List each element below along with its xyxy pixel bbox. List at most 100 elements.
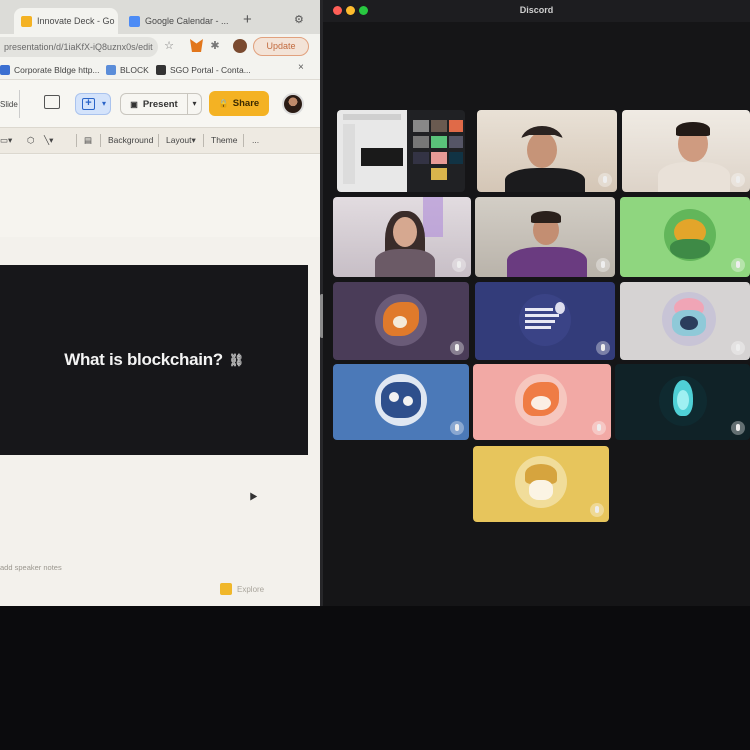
toolbar-divider xyxy=(100,134,101,147)
cyan-flame-avatar xyxy=(659,376,707,426)
toolbar-divider xyxy=(158,134,159,147)
background-button[interactable]: Background xyxy=(108,135,153,145)
tile-avatar-cyan-flame[interactable] xyxy=(615,364,750,440)
blue-sticker-avatar xyxy=(375,374,427,426)
account-avatar[interactable] xyxy=(282,93,304,115)
pink-fox-avatar xyxy=(515,374,567,426)
address-bar[interactable]: presentation/d/1iaKfX-iQ8uznx0s/edit xyxy=(0,37,158,57)
present-label: Present xyxy=(142,98,178,110)
participant-body xyxy=(505,168,585,192)
participant-body xyxy=(507,247,587,277)
mic-icon xyxy=(450,341,464,355)
mic-icon xyxy=(450,421,464,435)
bookmarks-bar: Corporate Bldge http... BLOCK SGO Portal… xyxy=(0,60,320,80)
slide-title-text: What is blockchain? xyxy=(64,350,223,369)
address-bar-row: presentation/d/1iaKfX-iQ8uznx0s/edit ☆ ✱… xyxy=(0,34,320,60)
tab-innovate-deck[interactable]: Innovate Deck - Go × xyxy=(14,8,118,34)
slide-menu[interactable]: Slide xyxy=(0,90,20,118)
tile-participant-man-purple[interactable] xyxy=(475,197,615,277)
layout-button[interactable]: Layout▾ xyxy=(166,135,196,146)
profile-avatar[interactable] xyxy=(233,39,247,53)
bookmark-label: Corporate Bldge http... xyxy=(14,65,100,75)
bookmark-icon xyxy=(0,65,10,75)
explore-button[interactable]: Explore xyxy=(220,581,264,597)
ruler-area xyxy=(0,155,320,237)
toolbar-divider xyxy=(76,134,77,147)
mic-icon xyxy=(452,258,466,272)
present-button[interactable]: ▣ Present xyxy=(120,93,188,115)
participant-face xyxy=(527,132,557,168)
tile-participant-woman-long-hair[interactable] xyxy=(333,197,471,277)
desktop-background xyxy=(0,606,750,750)
current-slide[interactable]: What is blockchain? ⛓ xyxy=(0,265,308,455)
star-icon[interactable]: ☆ xyxy=(162,39,176,53)
bookmark-icon xyxy=(106,65,116,75)
extension-icon[interactable]: ✱ xyxy=(208,39,222,53)
share-button[interactable]: 🔒 Share xyxy=(209,91,269,116)
tile-avatar-pink-fox[interactable] xyxy=(473,364,611,440)
orange-fox-avatar xyxy=(375,294,427,346)
slides-toolbar: Slide + ▾ ▣ Present ▾ 🔒 Share xyxy=(0,81,320,127)
close-icon[interactable]: × xyxy=(298,62,304,73)
tile-screen-share[interactable] xyxy=(337,110,465,192)
update-button[interactable]: Update xyxy=(253,37,309,56)
mic-icon xyxy=(590,503,604,517)
mic-icon xyxy=(731,341,745,355)
participant-body xyxy=(375,249,435,277)
new-slide-button[interactable]: + ▾ xyxy=(75,93,111,115)
tile-participant-woman-glasses[interactable] xyxy=(477,110,617,192)
tile-avatar-navy-text[interactable] xyxy=(475,282,615,360)
speaker-notes[interactable]: add speaker notes xyxy=(0,563,62,572)
slide-title: What is blockchain? ⛓ xyxy=(64,350,244,370)
metamask-extension-icon[interactable] xyxy=(190,39,203,52)
explore-label: Explore xyxy=(237,584,265,594)
bookmark-item[interactable]: Corporate Bldge http... xyxy=(0,63,100,77)
present-icon: ▣ xyxy=(130,99,138,109)
browser-window: Innovate Deck - Go × Google Calendar - .… xyxy=(0,0,320,606)
toolbar-divider xyxy=(243,134,244,147)
bookmark-item[interactable]: SGO Portal - Conta... xyxy=(156,63,251,77)
tab-label: Innovate Deck - Go xyxy=(37,16,115,26)
share-label: Share xyxy=(232,98,260,109)
present-options-chevron-icon[interactable]: ▾ xyxy=(188,93,202,115)
tab-search-icon[interactable]: ⚙ xyxy=(294,13,304,26)
shared-call-preview xyxy=(407,110,465,192)
tile-avatar-green-bird[interactable] xyxy=(620,197,750,277)
slide-canvas-area: What is blockchain? ⛓ add speaker notes … xyxy=(0,155,320,606)
more-options-icon[interactable]: ... xyxy=(252,135,259,145)
tile-avatar-blue-sticker[interactable] xyxy=(333,364,469,440)
mic-icon xyxy=(731,258,745,272)
toolbar-divider xyxy=(203,134,204,147)
line-icon[interactable]: ╲▾ xyxy=(44,135,53,146)
bookmark-label: SGO Portal - Conta... xyxy=(170,65,251,75)
mouse-cursor-icon xyxy=(246,490,258,501)
participant-face xyxy=(393,217,417,247)
pastel-character-avatar xyxy=(662,292,716,346)
tab-google-calendar[interactable]: Google Calendar - ... × xyxy=(122,8,236,34)
mic-icon xyxy=(731,421,745,435)
theme-button[interactable]: Theme xyxy=(211,135,237,145)
tile-avatar-yellow-character[interactable] xyxy=(473,446,609,522)
mic-icon xyxy=(598,173,612,187)
add-comment-icon[interactable]: ▤ xyxy=(84,135,92,146)
bookmark-label: BLOCK xyxy=(120,65,149,75)
participant-body xyxy=(658,162,730,192)
select-tool-icon[interactable]: ▭▾ xyxy=(0,135,12,146)
calendar-icon xyxy=(129,15,140,27)
tile-participant-man-hoodie[interactable] xyxy=(622,110,750,192)
comment-history-icon[interactable] xyxy=(44,95,60,109)
bookmark-item[interactable]: BLOCK xyxy=(106,63,149,77)
tile-avatar-orange-fox[interactable] xyxy=(333,282,469,360)
tile-avatar-pastel-character[interactable] xyxy=(620,282,750,360)
new-tab-button[interactable]: + xyxy=(243,11,252,28)
yellow-character-avatar xyxy=(515,456,567,508)
add-slide-icon: + xyxy=(82,98,95,110)
explore-icon xyxy=(220,583,232,595)
shared-slides-preview xyxy=(337,110,407,192)
format-toolbar: ▭▾ ⬡ ╲▾ ▤ Background Layout▾ Theme ... xyxy=(0,127,320,154)
mic-icon xyxy=(596,258,610,272)
chain-icon: ⛓ xyxy=(228,353,244,367)
window-title: Discord xyxy=(519,5,554,15)
screen: Innovate Deck - Go × Google Calendar - .… xyxy=(0,0,750,750)
shape-icon[interactable]: ⬡ xyxy=(27,135,34,146)
